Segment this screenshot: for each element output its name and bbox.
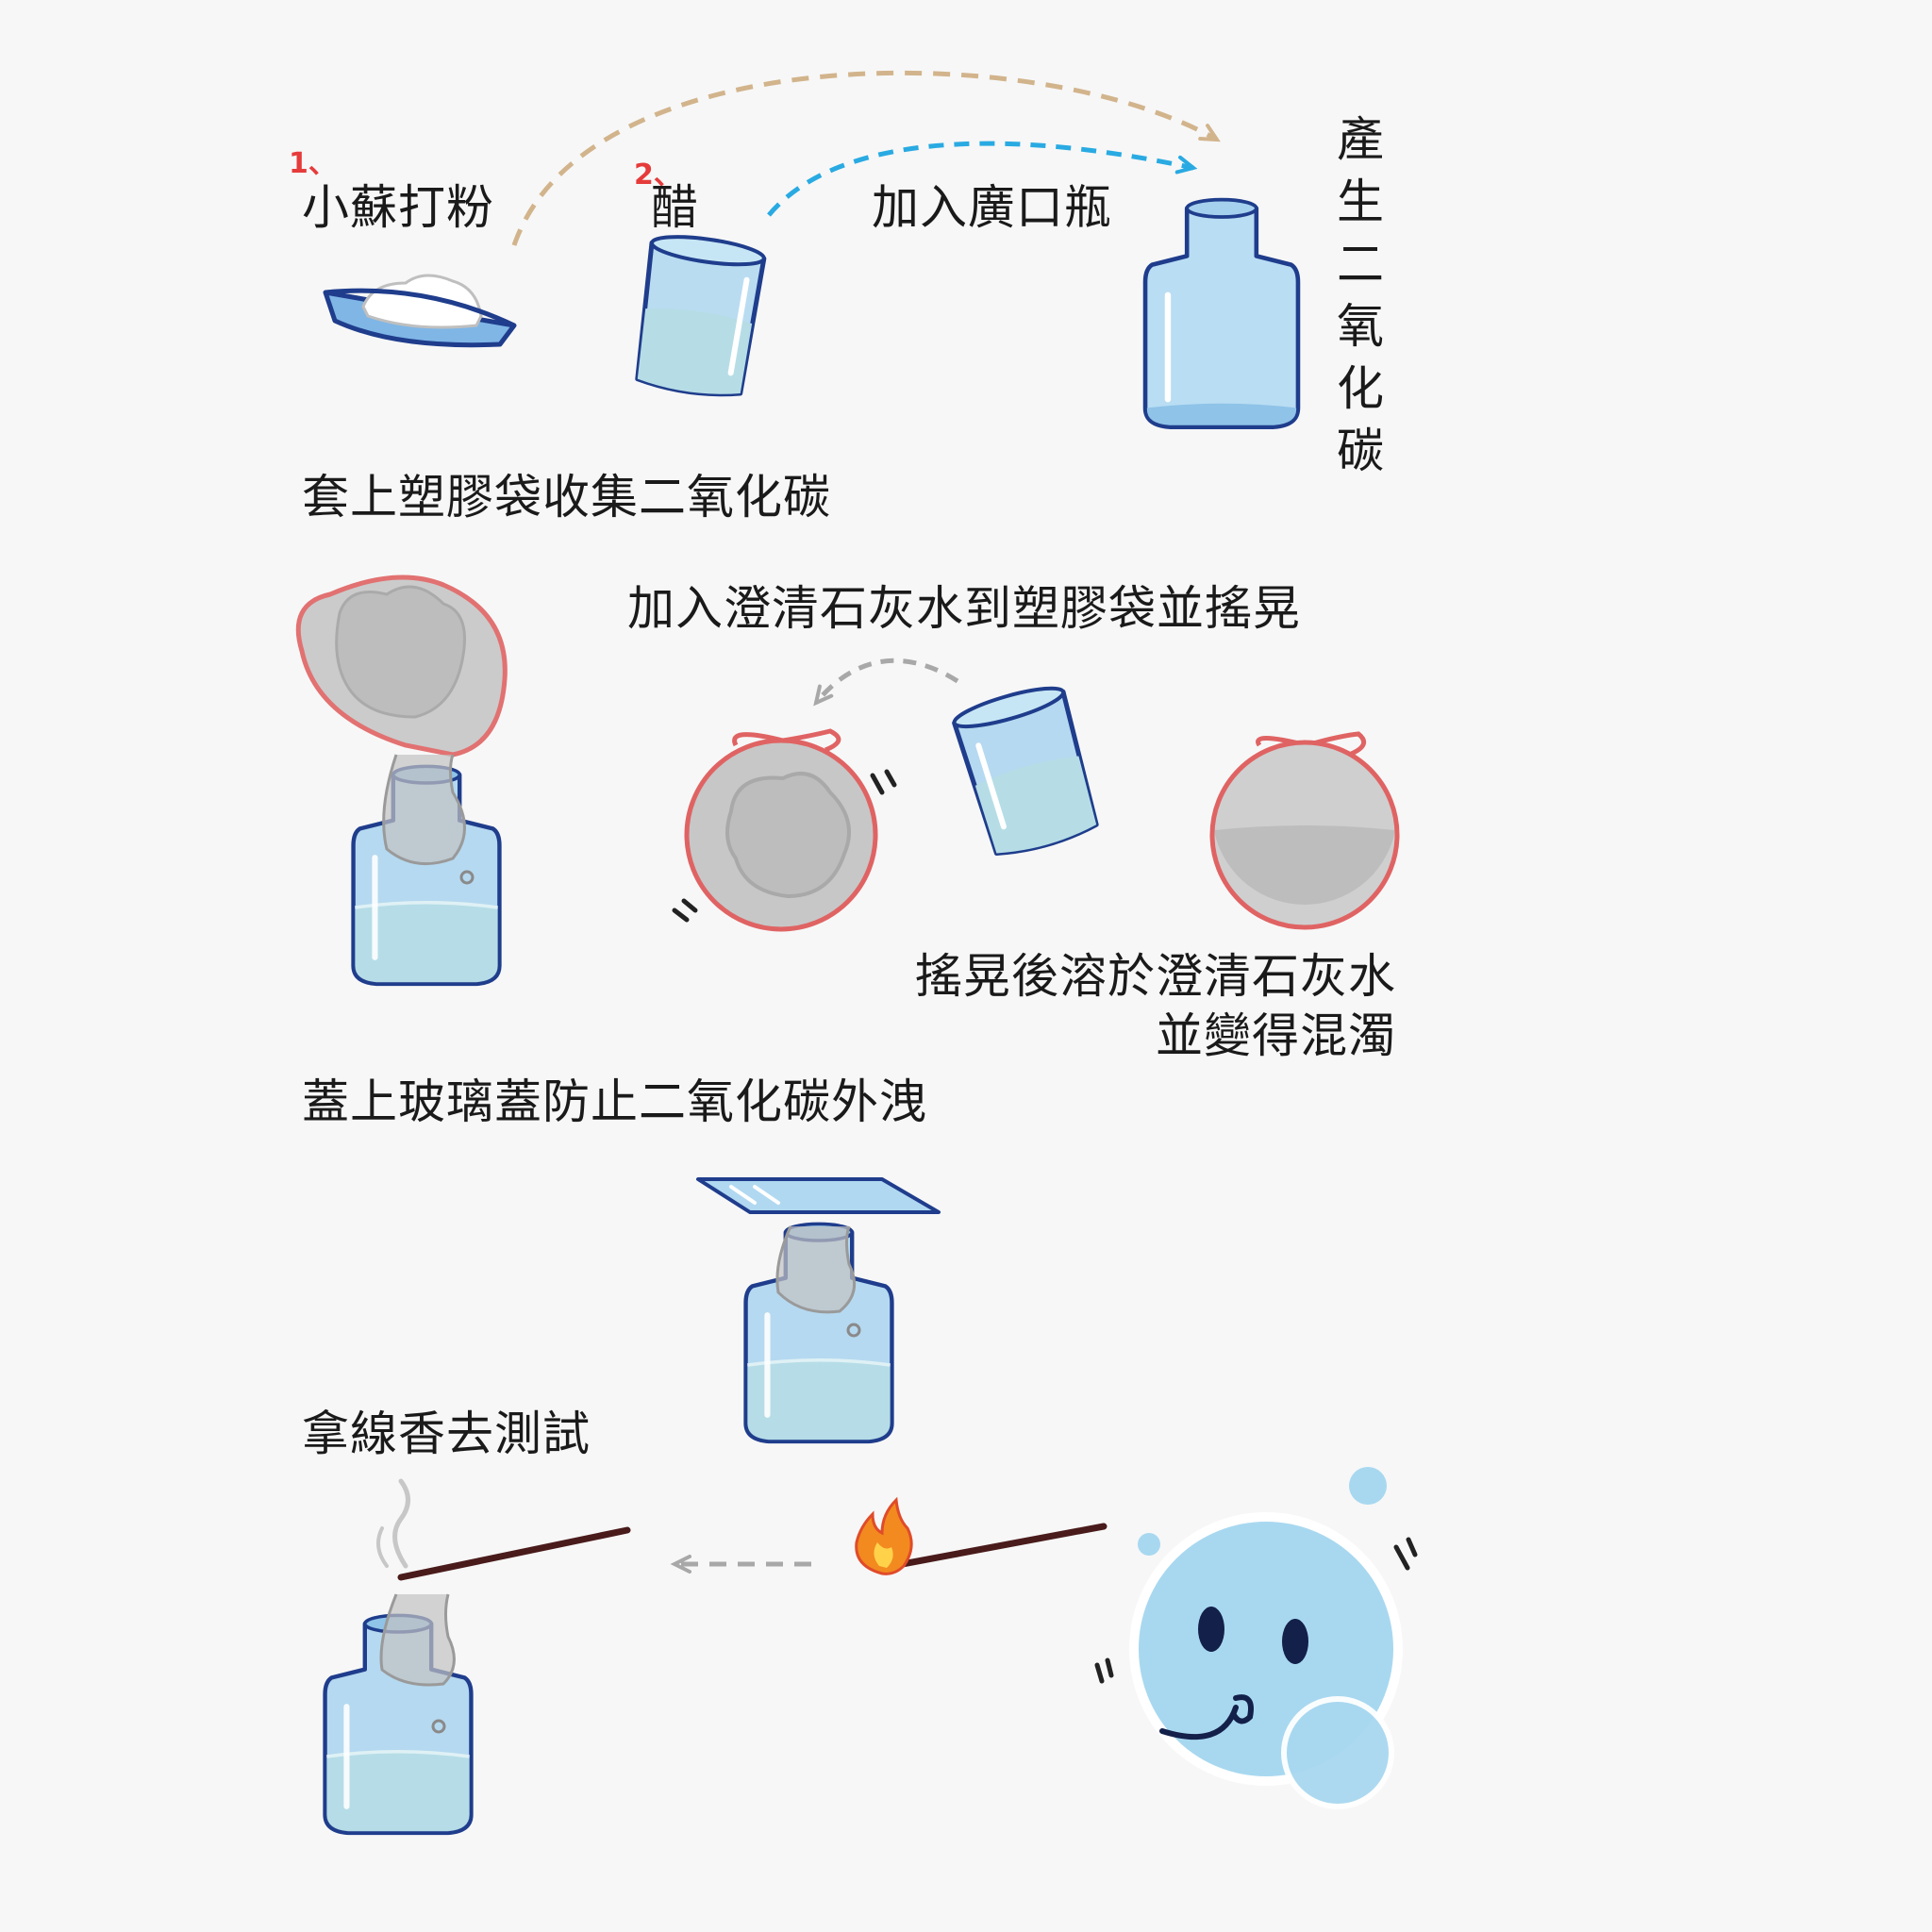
label-vinegar: 醋 [651,180,699,235]
label-add-limewater: 加入澄清石灰水到塑膠袋並搖晃 [627,581,1301,636]
bottle-with-cover-icon [696,1177,941,1441]
bottle-with-bag-icon [295,575,508,984]
mascot-icon [1094,1467,1418,1809]
label-add-to-bottle: 加入廣口瓶 [872,180,1112,235]
bottle-icon [1142,197,1301,429]
label-cover-glass: 蓋上玻璃蓋防止二氧化碳外洩 [302,1074,927,1129]
label-produce-co2: 產生二氧化碳 [1337,112,1384,478]
label-result-line1: 搖晃後溶於澄清石灰水 [915,949,1396,1004]
dish-icon [323,274,517,348]
bottle-test-icon [325,1478,631,1833]
incense-icon [878,1523,1108,1572]
label-bag-collect: 套上塑膠袋收集二氧化碳 [302,470,831,525]
incense-icon [397,1526,631,1581]
label-baking-soda: 小蘇打粉 [302,180,494,235]
label-incense-test: 拿線香去測試 [302,1407,591,1461]
beaker-icon [635,235,767,397]
bag-icon [1209,731,1400,930]
glass-cover-icon [696,1177,941,1214]
bag-icon [672,728,897,932]
step-number-1: 1、 [289,147,337,180]
beaker-icon [952,686,1099,856]
label-result-line2: 並變得混濁 [1156,1008,1396,1063]
burning-incense-icon [855,1496,1108,1575]
experiment-diagram: 1、 小蘇打粉 2、 醋 加入廣口瓶 產生二氧化碳 套上塑膠袋收集二氧化碳 加入… [0,0,1932,1932]
